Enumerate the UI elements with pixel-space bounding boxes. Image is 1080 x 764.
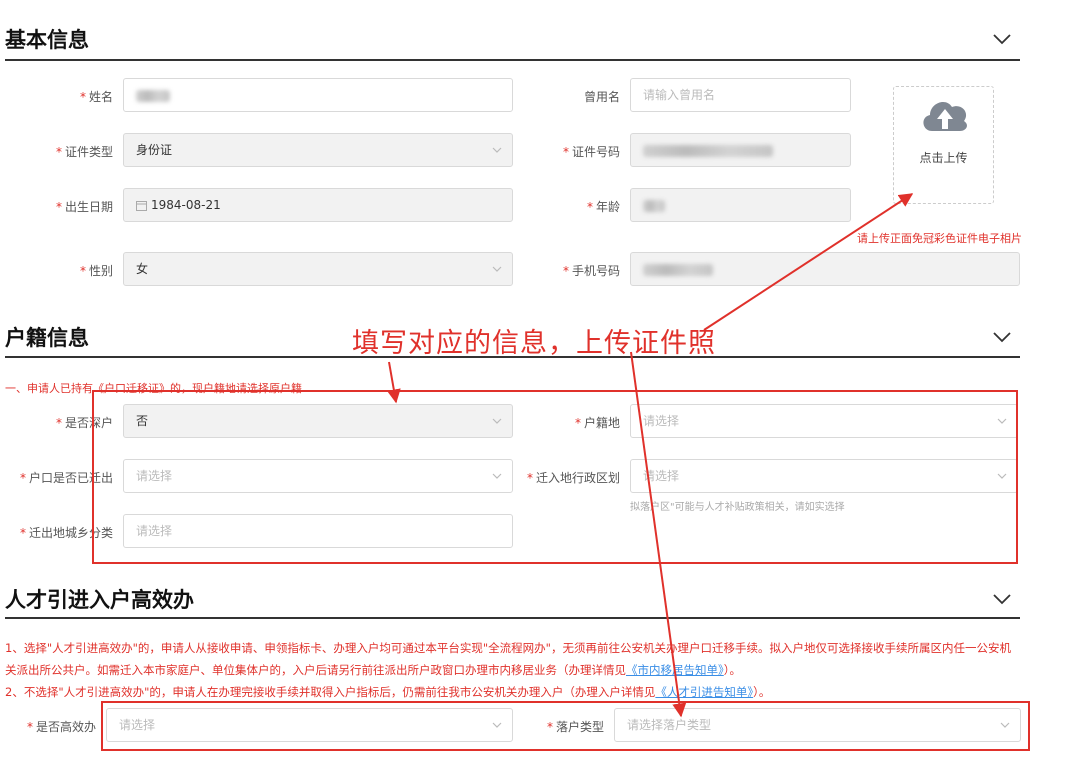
redacted-value [643,263,713,276]
chevron-down-icon[interactable] [992,592,1012,606]
id-number-label: * 证件号码 [562,145,620,159]
chevron-down-icon[interactable] [992,330,1012,344]
talent-notice-link[interactable]: 《人才引进告知单》 [655,685,753,699]
name-label: * 姓名 [79,90,113,104]
section-title-talent: 人才引进入户高效办 [5,588,194,612]
intra-city-move-link[interactable]: 《市内移居告知单》 [626,663,724,677]
chevron-down-icon [492,266,502,272]
section-title-basic: 基本信息 [5,28,89,52]
section-divider [5,59,1020,61]
id-number-input[interactable] [630,133,851,167]
age-label: * 年龄 [586,200,620,214]
id-type-select[interactable]: 身份证 [123,133,513,167]
cloud-upload-icon [923,101,967,131]
redacted-value [643,199,665,212]
calendar-icon [136,201,147,211]
phone-input[interactable] [630,252,1020,286]
talent-note-1: 1、选择"人才引进高效办"的，申请人从接收申请、申领指标卡、办理入户均可通过本平… [5,641,1011,677]
name-input[interactable] [123,78,513,112]
gender-select[interactable]: 女 [123,252,513,286]
phone-label: * 手机号码 [562,264,620,278]
annotation-box-household [92,390,1018,564]
section-title-household: 户籍信息 [5,326,89,350]
gender-label: * 性别 [79,264,113,278]
former-name-label: 曾用名 [583,90,620,104]
upload-hint: 请上传正面免冠彩色证件电子相片 [857,232,1022,245]
former-name-input[interactable]: 请输入曾用名 [630,78,851,112]
chevron-down-icon[interactable] [992,32,1012,46]
birth-date-picker[interactable]: 1984-08-21 [123,188,513,222]
chevron-down-icon [492,147,502,153]
redacted-value [643,144,773,157]
birth-date-label: * 出生日期 [55,200,113,214]
section-divider [5,617,1020,619]
annotation-box-talent [101,701,1030,751]
talent-note-2: 2、不选择"人才引进高效办"的，申请人在办理完接收手续并取得入户指标后，仍需前往… [5,685,771,699]
efficient-label: * 是否高效办 [26,720,96,734]
redacted-value [136,89,170,102]
annotation-text: 填写对应的信息，上传证件照 [352,328,716,359]
upload-label: 点击上传 [919,151,968,165]
photo-upload[interactable]: 点击上传 [893,86,994,204]
age-input[interactable] [630,188,851,222]
id-type-label: * 证件类型 [55,145,113,159]
